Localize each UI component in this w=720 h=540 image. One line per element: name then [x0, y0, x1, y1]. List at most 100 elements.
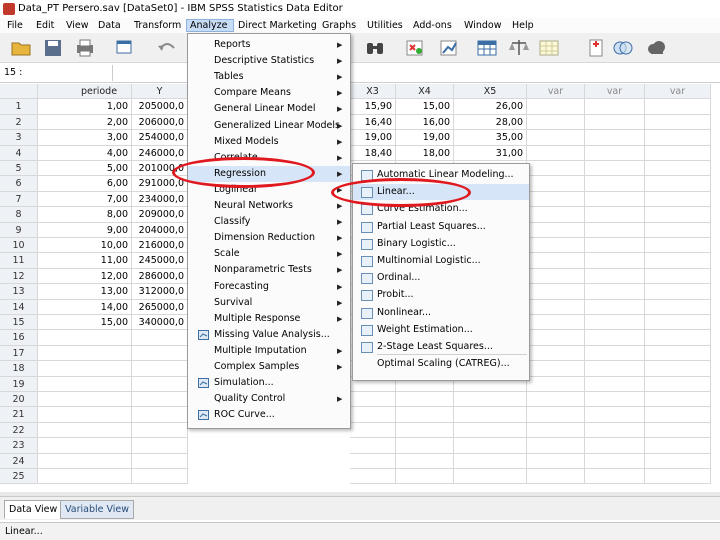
- row-number[interactable]: 20: [0, 392, 38, 408]
- table-cell[interactable]: [645, 422, 711, 439]
- value-labels-icon[interactable]: [585, 38, 607, 58]
- table-cell[interactable]: [527, 238, 585, 254]
- table-cell[interactable]: [527, 376, 585, 392]
- submenu-item-weight-estimation[interactable]: Weight Estimation...: [353, 322, 529, 338]
- row-number[interactable]: 24: [0, 453, 38, 469]
- table-cell[interactable]: [454, 469, 527, 485]
- menu-item-missing-value-analysis[interactable]: Missing Value Analysis...: [188, 327, 350, 343]
- table-cell[interactable]: [396, 407, 454, 423]
- submenu-item-2-stage-least-squares[interactable]: 2-Stage Least Squares...: [353, 339, 529, 355]
- table-cell[interactable]: [396, 469, 454, 485]
- table-cell[interactable]: [585, 361, 645, 377]
- table-cell[interactable]: [527, 161, 585, 177]
- row-number[interactable]: 7: [0, 191, 38, 208]
- row-number[interactable]: 16: [0, 330, 38, 346]
- column-header-var[interactable]: var: [527, 84, 585, 100]
- table-cell[interactable]: 10,00: [67, 238, 132, 254]
- table-cell[interactable]: 7,00: [67, 191, 132, 208]
- table-cell[interactable]: [132, 376, 188, 392]
- table-cell[interactable]: [132, 330, 188, 346]
- table-cell[interactable]: [527, 299, 585, 315]
- cloud-icon[interactable]: [645, 38, 667, 58]
- table-cell[interactable]: [645, 469, 711, 485]
- menu-item-multiple-response[interactable]: Multiple Response ▶: [188, 311, 350, 327]
- table-cell[interactable]: 11,00: [67, 253, 132, 269]
- table-cell[interactable]: [585, 469, 645, 485]
- table-cell[interactable]: [454, 422, 527, 439]
- table-cell[interactable]: 2,00: [67, 114, 132, 131]
- table-cell[interactable]: [350, 392, 396, 408]
- menu-file[interactable]: File: [4, 19, 26, 32]
- table-cell[interactable]: [645, 376, 711, 392]
- table-cell[interactable]: 205000,0: [132, 99, 188, 115]
- table-cell[interactable]: 9,00: [67, 222, 132, 238]
- table-cell[interactable]: [585, 238, 645, 254]
- row-number[interactable]: 13: [0, 284, 38, 300]
- table-cell[interactable]: [585, 315, 645, 331]
- table-cell[interactable]: [527, 407, 585, 423]
- table-cell[interactable]: 15,00: [396, 99, 454, 115]
- table-cell[interactable]: [67, 330, 132, 346]
- menu-item-multiple-imputation[interactable]: Multiple Imputation ▶: [188, 343, 350, 359]
- table-cell[interactable]: [645, 268, 711, 285]
- menu-item-simulation[interactable]: Simulation...: [188, 375, 350, 391]
- row-number[interactable]: 19: [0, 376, 38, 392]
- table-cell[interactable]: [645, 114, 711, 131]
- menu-item-complex-samples[interactable]: Complex Samples ▶: [188, 359, 350, 375]
- table-cell[interactable]: [645, 161, 711, 177]
- table-cell[interactable]: [396, 453, 454, 469]
- menu-item-general-linear-model[interactable]: General Linear Model ▶: [188, 101, 350, 117]
- menu-edit[interactable]: Edit: [33, 19, 57, 32]
- menu-data[interactable]: Data: [95, 19, 124, 32]
- row-number[interactable]: 25: [0, 469, 38, 485]
- table-cell[interactable]: 8,00: [67, 207, 132, 223]
- table-cell[interactable]: 254000,0: [132, 130, 188, 146]
- table-cell[interactable]: [527, 222, 585, 238]
- table-cell[interactable]: 340000,0: [132, 315, 188, 331]
- menu-view[interactable]: View: [63, 19, 92, 32]
- table-cell[interactable]: [527, 176, 585, 192]
- menu-item-tables[interactable]: Tables ▶: [188, 69, 350, 85]
- sets-icon[interactable]: [612, 38, 634, 58]
- menu-item-scale[interactable]: Scale ▶: [188, 246, 350, 262]
- column-header-periode[interactable]: periode: [67, 84, 132, 100]
- table-cell[interactable]: [585, 376, 645, 392]
- table-cell[interactable]: [585, 453, 645, 469]
- table-cell[interactable]: [527, 453, 585, 469]
- binoculars-icon[interactable]: [364, 38, 386, 58]
- dialog-recall-icon[interactable]: [114, 38, 136, 58]
- menu-item-roc-curve[interactable]: ROC Curve...: [188, 407, 350, 423]
- table-cell[interactable]: [67, 453, 132, 469]
- table-cell[interactable]: [585, 299, 645, 315]
- table-cell[interactable]: 18,40: [350, 145, 396, 161]
- table-cell[interactable]: [527, 284, 585, 300]
- table-cell[interactable]: [67, 438, 132, 454]
- table-cell[interactable]: [645, 345, 711, 362]
- column-header-y[interactable]: Y: [132, 84, 188, 100]
- row-number[interactable]: 10: [0, 238, 38, 254]
- table-cell[interactable]: [645, 438, 711, 454]
- scale-icon[interactable]: [508, 38, 530, 58]
- table-cell[interactable]: [350, 407, 396, 423]
- print-icon[interactable]: [74, 38, 96, 58]
- table-cell[interactable]: [645, 453, 711, 469]
- cases-icon[interactable]: [404, 38, 426, 58]
- table-cell[interactable]: 312000,0: [132, 284, 188, 300]
- row-number[interactable]: 21: [0, 407, 38, 423]
- table-cell[interactable]: [132, 361, 188, 377]
- table-cell[interactable]: [396, 422, 454, 439]
- table-cell[interactable]: 31,00: [454, 145, 527, 161]
- table-cell[interactable]: [527, 145, 585, 161]
- table-cell[interactable]: 204000,0: [132, 222, 188, 238]
- table-cell[interactable]: [645, 392, 711, 408]
- menu-item-classify[interactable]: Classify ▶: [188, 214, 350, 230]
- undo-icon[interactable]: [156, 38, 178, 58]
- menu-graphs[interactable]: Graphs: [319, 19, 359, 32]
- table-cell[interactable]: [527, 99, 585, 115]
- table-cell[interactable]: [67, 361, 132, 377]
- table-cell[interactable]: [645, 315, 711, 331]
- menu-item-neural-networks[interactable]: Neural Networks ▶: [188, 198, 350, 214]
- table-cell[interactable]: [454, 407, 527, 423]
- table-cell[interactable]: [350, 438, 396, 454]
- table-cell[interactable]: [132, 422, 188, 439]
